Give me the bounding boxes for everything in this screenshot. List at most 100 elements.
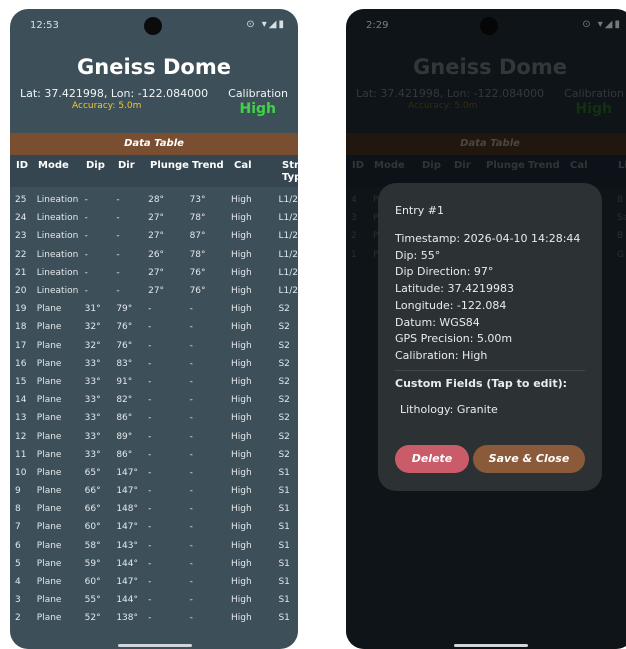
table-row[interactable]: 14 Plane 33° 82° - - High S2 — [10, 391, 298, 409]
table-row[interactable]: 5 Plane 59° 144° - - High S1 — [10, 555, 298, 573]
table-row[interactable]: 16 Plane 33° 83° - - High S2 — [10, 355, 298, 373]
header-plunge[interactable]: Plunge — [150, 160, 189, 171]
header-mode[interactable]: Mode — [38, 160, 69, 171]
table-cell: 87° — [189, 231, 206, 242]
table-row[interactable]: 24 Lineation - -27° 78° High L1/2 — [10, 209, 298, 227]
table-cell: Plane — [36, 395, 62, 406]
table-cell: High — [231, 486, 252, 497]
table-row[interactable]: 4 Plane 60° 147° - - High S1 — [10, 573, 298, 591]
table-cell: 33° — [84, 395, 101, 406]
table-cell: 91° — [116, 376, 133, 387]
table-row[interactable]: 19 Plane 31° 79° - - High S2 — [10, 300, 298, 318]
save-close-button[interactable]: Save & Close — [473, 445, 585, 473]
table-cell: - — [116, 231, 120, 242]
table-cell: S2 — [278, 358, 290, 369]
header-dip[interactable]: Dip — [86, 160, 105, 171]
table-cell: 27° — [148, 213, 165, 224]
table-cell: High — [231, 449, 252, 460]
table-row[interactable]: 2 Plane 52° 138° - - High S1 — [10, 609, 298, 627]
table-cell: 28° — [148, 195, 165, 206]
header-id[interactable]: ID — [16, 160, 28, 171]
table-cell: 21 — [15, 267, 27, 278]
table-row[interactable]: 21 Lineation - -27° 76° High L1/2 — [10, 264, 298, 282]
table-cell: - — [148, 613, 152, 624]
table-row[interactable]: 17 Plane 32° 76° - - High S2 — [10, 337, 298, 355]
table-cell: - — [116, 267, 120, 278]
table-row[interactable]: 20 Lineation - -27° 76° High L1/2 — [10, 282, 298, 300]
table-cell: High — [231, 413, 252, 424]
table-row[interactable]: 12 Plane 33° 89° - - High S2 — [10, 427, 298, 445]
table-row[interactable]: 9 Plane 66° 147° - - High S1 — [10, 482, 298, 500]
table-cell: 86° — [116, 413, 133, 424]
table-cell: 82° — [116, 395, 133, 406]
delete-button[interactable]: Delete — [395, 445, 469, 473]
table-cell: - — [189, 522, 193, 533]
table-row[interactable]: 11 Plane 33° 86° - - High S2 — [10, 446, 298, 464]
table-cell: - — [189, 504, 193, 515]
table-cell: - — [84, 267, 88, 278]
table-cell: - — [148, 540, 152, 551]
table-cell: - — [189, 431, 193, 442]
table-cell: 19 — [15, 304, 27, 315]
home-indicator[interactable] — [118, 644, 192, 647]
table-row[interactable]: 6 Plane 58° 143° - - High S1 — [10, 537, 298, 555]
table-cell: 144° — [116, 595, 138, 606]
table-cell: 33° — [84, 376, 101, 387]
table-cell: High — [231, 613, 252, 624]
entry-detail-line: Datum: WGS84 — [395, 315, 480, 329]
table-cell: Lineation — [36, 286, 79, 297]
header-trend[interactable]: Trend — [192, 160, 224, 171]
table-cell: - — [189, 449, 193, 460]
table-row[interactable]: 22 Lineation - -26° 78° High L1/2 — [10, 246, 298, 264]
table-cell: S2 — [278, 340, 290, 351]
table-row[interactable]: 23 Lineation - -27° 87° High L1/2 — [10, 227, 298, 245]
table-cell: 147° — [116, 577, 138, 588]
home-indicator[interactable] — [454, 644, 528, 647]
table-row[interactable]: 25 Lineation - -28° 73° High L1/2 — [10, 191, 298, 209]
table-cell: L1/2 — [278, 231, 298, 242]
table-cell: S1 — [278, 467, 290, 478]
dialog-divider — [395, 370, 585, 371]
entry-detail-line: GPS Precision: 5.00m — [395, 332, 513, 346]
table-cell: 147° — [116, 486, 138, 497]
table-cell: L1/2 — [278, 213, 298, 224]
table-row[interactable]: 8 Plane 66° 148° - - High S1 — [10, 500, 298, 518]
custom-field-lithology[interactable]: Lithology: Granite — [400, 403, 498, 416]
table-cell: Plane — [36, 486, 62, 497]
table-cell: High — [231, 395, 252, 406]
table-cell: 8 — [15, 504, 21, 515]
table-cell: 147° — [116, 467, 138, 478]
table-cell: 3 — [15, 595, 21, 606]
table-cell: Plane — [36, 376, 62, 387]
table-cell: High — [231, 467, 252, 478]
table-row[interactable]: 15 Plane 33° 91° - - High S2 — [10, 373, 298, 391]
header-cal[interactable]: Cal — [234, 160, 252, 171]
table-cell: L1/2 — [278, 267, 298, 278]
table-cell: High — [231, 267, 252, 278]
table-cell: Plane — [36, 558, 62, 569]
table-cell: - — [189, 558, 193, 569]
table-cell: 78° — [189, 249, 206, 260]
table-row[interactable]: 7 Plane 60° 147° - - High S1 — [10, 518, 298, 536]
phone-right-screen: 2:29 ⊙ ▾◢▮ Gneiss Dome Lat: 37.421998, L… — [346, 9, 626, 649]
table-cell: Plane — [36, 431, 62, 442]
table-row[interactable]: 18 Plane 32° 76° - - High S2 — [10, 318, 298, 336]
header-structure[interactable]: Str — [282, 160, 298, 171]
table-cell: - — [189, 376, 193, 387]
table-row[interactable]: 3 Plane 55° 144° - - High S1 — [10, 591, 298, 609]
table-cell: Plane — [36, 595, 62, 606]
table-cell: 13 — [15, 413, 27, 424]
table-cell: 27° — [148, 267, 165, 278]
table-cell: - — [148, 558, 152, 569]
header-dir[interactable]: Dir — [118, 160, 135, 171]
table-cell: High — [231, 286, 252, 297]
table-row[interactable]: 13 Plane 33° 86° - - High S2 — [10, 409, 298, 427]
table-cell: - — [189, 486, 193, 497]
table-cell: - — [148, 431, 152, 442]
data-table: 25 Lineation - -28° 73° High L1/2 24 Lineation - -… — [10, 191, 298, 628]
table-row[interactable]: 10 Plane 65° 147° - - High S1 — [10, 464, 298, 482]
table-cell: 83° — [116, 358, 133, 369]
table-cell: - — [148, 413, 152, 424]
table-cell: 78° — [189, 213, 206, 224]
table-cell: 59° — [84, 558, 101, 569]
